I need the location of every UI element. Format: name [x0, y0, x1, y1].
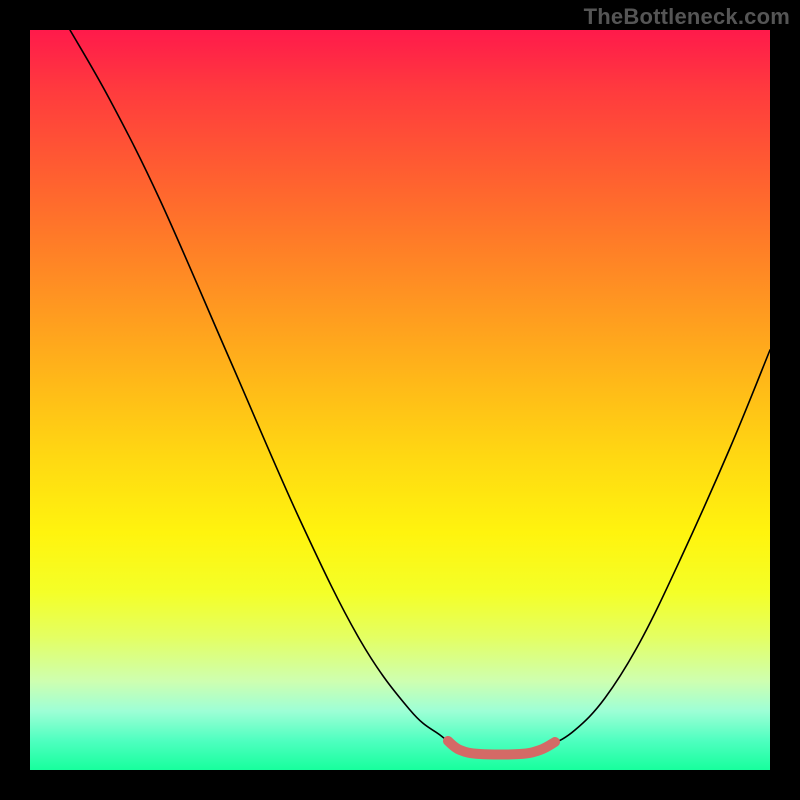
plot-area	[30, 30, 770, 770]
chart-svg	[30, 30, 770, 770]
optimal-band-marker	[448, 741, 555, 755]
bottleneck-curve	[70, 30, 770, 753]
chart-frame: TheBottleneck.com	[0, 0, 800, 800]
watermark-text: TheBottleneck.com	[584, 4, 790, 30]
